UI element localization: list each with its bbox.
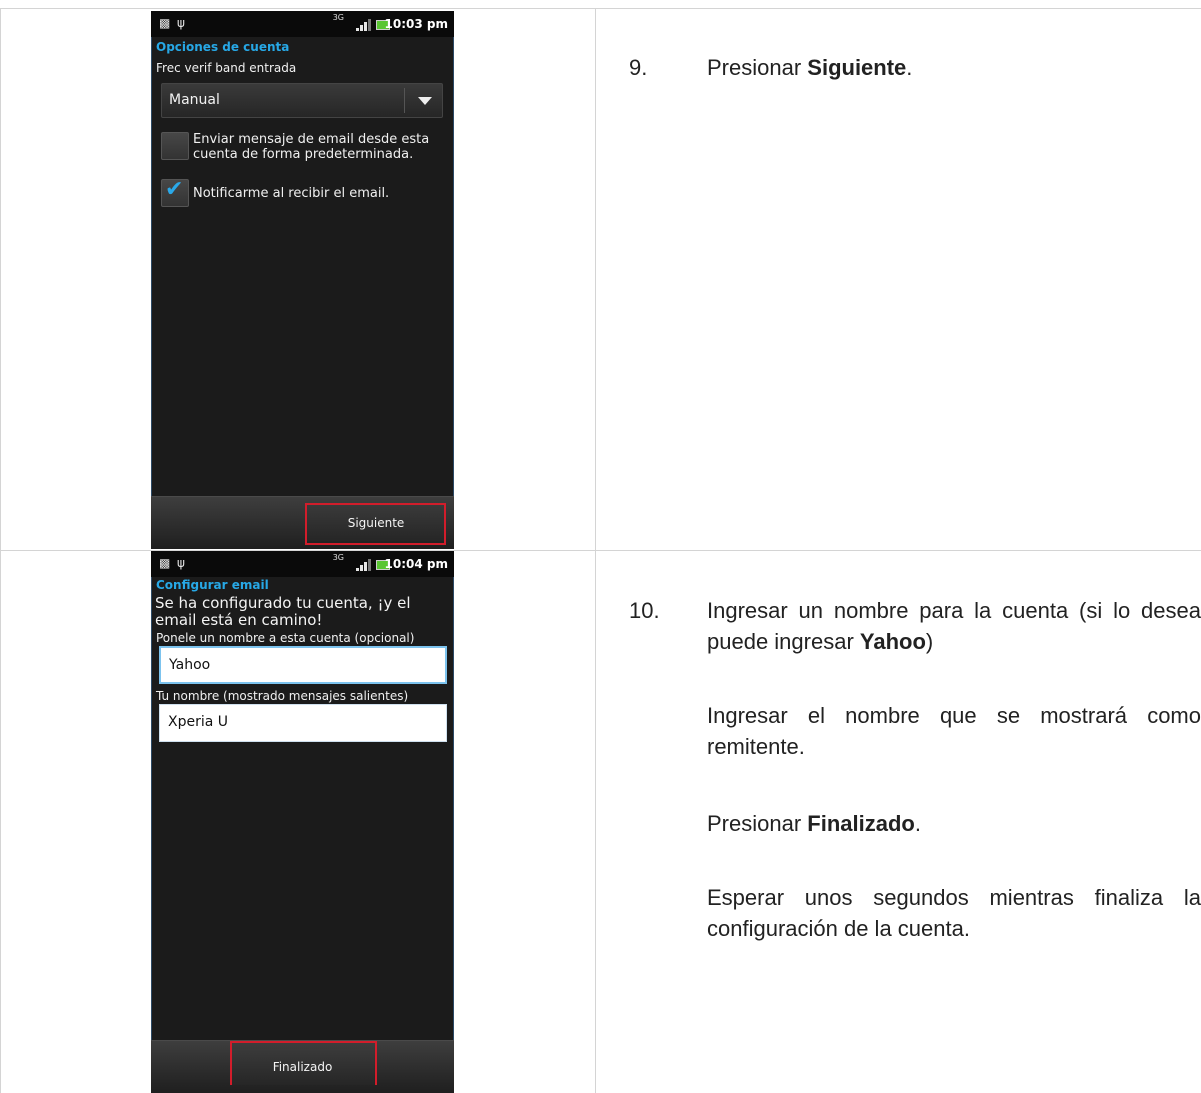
step-number: 9. <box>629 55 648 80</box>
account-name-value: Yahoo <box>169 657 211 673</box>
signal-icon <box>356 19 371 31</box>
android-icon: ▩ <box>159 556 171 570</box>
status-time: 10:03 pm <box>384 17 448 31</box>
step-text: Presionar <box>707 811 808 836</box>
step-10-paragraph-4: Esperar unos segundos mientras finaliza … <box>707 885 1201 941</box>
account-name-field[interactable]: Yahoo <box>159 646 447 684</box>
status-time: 10:04 pm <box>384 557 448 571</box>
step-text: Presionar <box>707 55 808 80</box>
screen-title: Configurar email <box>156 578 269 592</box>
dropdown-separator <box>404 88 405 113</box>
step-10-paragraph-3: Presionar Finalizado. <box>707 808 1201 839</box>
step-bold: Finalizado <box>807 811 915 836</box>
step-10-number: 10. <box>629 595 660 626</box>
account-name-label: Ponele un nombre a esta cuenta (opcional… <box>156 631 415 645</box>
your-name-label: Tu nombre (mostrado mensajes salientes) <box>156 689 409 703</box>
step-text: Ingresar un nombre para la cuenta (si lo… <box>707 598 1201 654</box>
frequency-label: Frec verif band entrada <box>156 61 297 75</box>
android-icon: ▩ <box>159 16 171 30</box>
your-name-value: Xperia U <box>168 714 229 730</box>
step-number: 10. <box>629 598 660 623</box>
default-account-checkbox-label: Enviar mensaje de email desde esta cuent… <box>193 132 430 162</box>
table-border-top <box>0 8 1201 9</box>
usb-icon: ψ <box>177 16 185 30</box>
status-bar: ▩ ψ 3G 10:03 pm <box>151 11 454 37</box>
your-name-field[interactable]: Xperia U <box>159 704 447 742</box>
table-column-divider <box>595 8 596 1093</box>
table-border-left <box>0 8 1 1093</box>
success-message: Se ha configurado tu cuenta, ¡y el email… <box>155 594 411 629</box>
frequency-dropdown[interactable]: Manual <box>161 83 443 118</box>
step-10-paragraph-2: Ingresar el nombre que se mostrará como … <box>707 703 1201 759</box>
step-10-paragraph-1: Ingresar un nombre para la cuenta (si lo… <box>707 595 1201 657</box>
step-bold: Siguiente <box>807 55 907 80</box>
highlight-box <box>305 503 446 545</box>
phone-screenshot-configure-email: ▩ ψ 3G 10:04 pm Configurar email Se ha c… <box>151 551 454 1093</box>
default-account-checkbox[interactable] <box>161 132 189 160</box>
frequency-dropdown-value: Manual <box>169 92 220 108</box>
usb-icon: ψ <box>177 556 185 570</box>
network-type-label: 3G <box>332 13 344 22</box>
notify-checkbox-label: Notificarme al recibir el email. <box>193 186 390 201</box>
status-bar: ▩ ψ 3G 10:04 pm <box>151 551 454 577</box>
step-text-end: . <box>906 55 913 80</box>
checkmark-icon: ✔ <box>165 177 184 202</box>
instructions-table: ▩ ψ 3G 10:03 pm Opciones de cuenta Frec … <box>0 0 1201 1093</box>
highlight-box <box>230 1041 377 1085</box>
step-text-end: . <box>914 811 921 836</box>
step-text-end: ) <box>925 629 934 654</box>
phone-screenshot-account-options: ▩ ψ 3G 10:03 pm Opciones de cuenta Frec … <box>151 11 454 549</box>
step-bold: Yahoo <box>859 629 926 654</box>
screen-title: Opciones de cuenta <box>156 40 290 54</box>
signal-icon <box>356 559 371 571</box>
step-9: 9. Presionar Siguiente. <box>629 52 912 83</box>
network-type-label: 3G <box>332 553 344 562</box>
notify-checkbox[interactable]: ✔ <box>161 177 189 207</box>
chevron-down-icon <box>418 97 432 105</box>
